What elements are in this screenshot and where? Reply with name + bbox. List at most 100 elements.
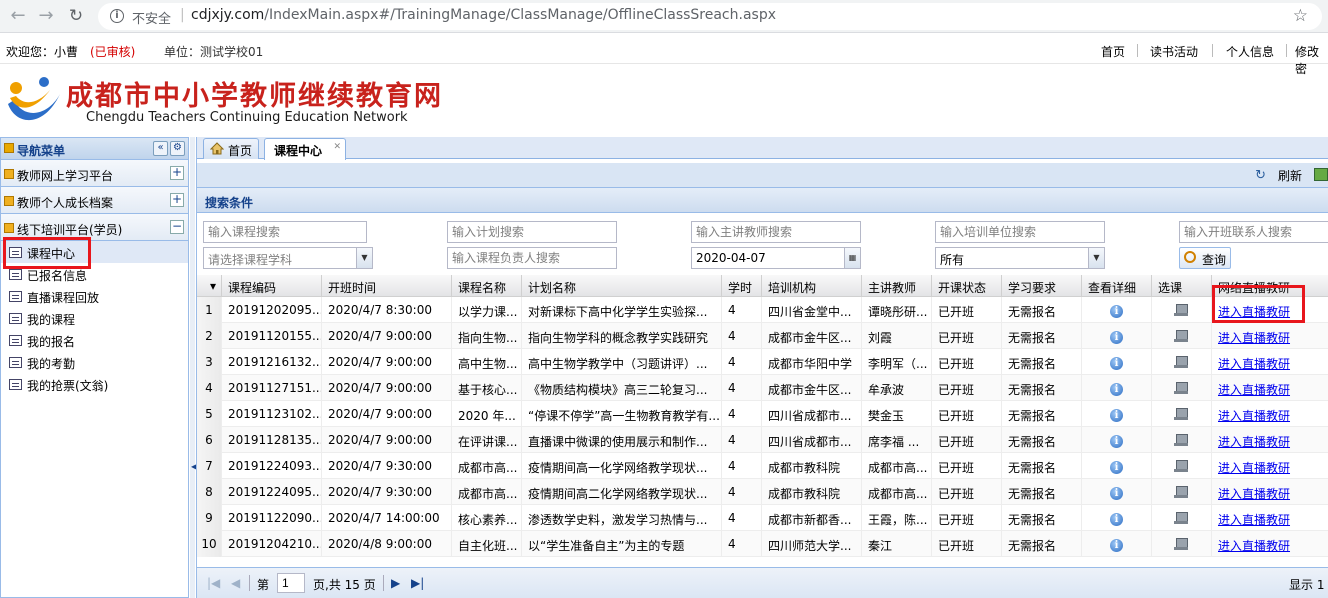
dropdown-arrow-icon[interactable]: ▼ — [356, 248, 372, 268]
col-header[interactable]: 课程名称 — [452, 275, 522, 297]
select-course-cell[interactable] — [1152, 505, 1212, 531]
info-icon[interactable]: i — [1110, 435, 1123, 448]
live-research-text[interactable]: 进入直播教研 — [1218, 487, 1290, 501]
live-research-cell[interactable]: 进入直播教研 — [1212, 401, 1328, 427]
menu-item-my-courses[interactable]: 我的课程 — [1, 307, 188, 329]
table-row[interactable]: 1 20191202095... 2020/4/7 8:30:00 以学力课... 对新… — [197, 297, 1328, 323]
date-field[interactable]: 2020-04-07 ▦ — [691, 247, 861, 269]
change-password-link[interactable]: 修改密 — [1295, 43, 1328, 77]
select-course-icon[interactable] — [1174, 537, 1188, 551]
last-page-icon[interactable]: ▶| — [411, 576, 424, 590]
splitter[interactable] — [190, 137, 195, 598]
query-button[interactable]: 查询 — [1179, 247, 1231, 269]
col-header[interactable]: 查看详细 — [1082, 275, 1152, 297]
refresh-icon[interactable]: ↻ — [1255, 168, 1266, 183]
col-header[interactable]: 学时 — [722, 275, 762, 297]
col-header[interactable]: 学习要求 — [1002, 275, 1082, 297]
col-header[interactable]: 主讲教师 — [862, 275, 932, 297]
menu-item-tickets[interactable]: 我的抢票(文翁) — [1, 373, 188, 395]
reading-link[interactable]: 读书活动 — [1150, 43, 1198, 60]
select-course-cell[interactable] — [1152, 479, 1212, 505]
col-header[interactable]: 培训机构 — [762, 275, 862, 297]
calendar-icon[interactable]: ▦ — [844, 248, 860, 268]
select-course-cell[interactable] — [1152, 375, 1212, 401]
home-link[interactable]: 首页 — [1101, 43, 1125, 60]
live-research-text[interactable]: 进入直播教研 — [1218, 513, 1290, 527]
section-growth-archive[interactable]: 教师个人成长档案 + — [1, 187, 188, 214]
view-detail-cell[interactable]: i — [1082, 479, 1152, 505]
menu-item-my-registrations[interactable]: 我的报名 — [1, 329, 188, 351]
table-row[interactable]: 8 20191224095... 2020/4/7 9:30:00 成都市高... 疫情… — [197, 479, 1328, 505]
select-course-cell[interactable] — [1152, 531, 1212, 557]
info-icon[interactable]: i — [1110, 305, 1123, 318]
view-detail-cell[interactable]: i — [1082, 349, 1152, 375]
info-icon[interactable]: i — [1110, 487, 1123, 500]
collapse-icon[interactable]: « — [153, 141, 168, 156]
table-row[interactable]: 6 20191128135... 2020/4/7 9:00:00 在评讲课... 直播… — [197, 427, 1328, 453]
info-icon[interactable]: i — [1110, 357, 1123, 370]
info-icon[interactable]: i — [1110, 331, 1123, 344]
live-research-text[interactable]: 进入直播教研 — [1218, 435, 1290, 449]
reload-icon[interactable]: ↻ — [66, 6, 86, 26]
live-research-cell[interactable]: 进入直播教研 — [1212, 323, 1328, 349]
expand-icon[interactable]: + — [170, 193, 184, 207]
col-header[interactable]: 开班时间 — [322, 275, 452, 297]
col-header[interactable]: 计划名称 — [522, 275, 722, 297]
settings-icon[interactable]: ⚙ — [170, 141, 185, 156]
menu-item-attendance[interactable]: 我的考勤 — [1, 351, 188, 373]
info-icon[interactable]: i — [110, 9, 124, 23]
live-research-text[interactable]: 进入直播教研 — [1218, 357, 1290, 371]
table-row[interactable]: 7 20191224093... 2020/4/7 9:30:00 成都市高... 疫情… — [197, 453, 1328, 479]
select-course-cell[interactable] — [1152, 297, 1212, 323]
view-detail-cell[interactable]: i — [1082, 297, 1152, 323]
live-research-cell[interactable]: 进入直播教研 — [1212, 375, 1328, 401]
collapse-section-icon[interactable]: − — [170, 220, 184, 234]
live-research-text[interactable]: 进入直播教研 — [1218, 539, 1290, 553]
live-research-cell[interactable]: 进入直播教研 — [1212, 349, 1328, 375]
col-header[interactable]: 开课状态 — [932, 275, 1002, 297]
col-header[interactable]: 选课 — [1152, 275, 1212, 297]
table-row[interactable]: 3 20191216132... 2020/4/7 9:00:00 高中生物... 高中… — [197, 349, 1328, 375]
select-course-icon[interactable] — [1174, 329, 1188, 343]
info-icon[interactable]: i — [1110, 513, 1123, 526]
select-course-icon[interactable] — [1174, 381, 1188, 395]
next-page-icon[interactable]: ▶ — [391, 576, 400, 590]
sort-indicator-icon[interactable]: ▾ — [197, 275, 222, 297]
view-detail-cell[interactable]: i — [1082, 375, 1152, 401]
status-select[interactable]: 所有 ▼ — [935, 247, 1105, 269]
view-detail-cell[interactable]: i — [1082, 323, 1152, 349]
select-course-cell[interactable] — [1152, 323, 1212, 349]
select-course-icon[interactable] — [1174, 407, 1188, 421]
select-course-icon[interactable] — [1174, 459, 1188, 473]
live-research-cell[interactable]: 进入直播教研 — [1212, 453, 1328, 479]
first-page-icon[interactable]: |◀ — [207, 576, 220, 590]
select-course-icon[interactable] — [1174, 303, 1188, 317]
select-course-cell[interactable] — [1152, 349, 1212, 375]
info-icon[interactable]: i — [1110, 461, 1123, 474]
page-input[interactable] — [277, 573, 305, 593]
select-course-icon[interactable] — [1174, 433, 1188, 447]
info-icon[interactable]: i — [1110, 539, 1123, 552]
table-row[interactable]: 10 20191204210... 2020/4/8 9:00:00 自主化班... 以… — [197, 531, 1328, 557]
view-detail-cell[interactable]: i — [1082, 531, 1152, 557]
select-course-cell[interactable] — [1152, 427, 1212, 453]
plan-search-input[interactable] — [447, 221, 617, 243]
subject-select[interactable]: 请选择课程学科 ▼ — [203, 247, 373, 269]
course-search-input[interactable] — [203, 221, 367, 243]
view-detail-cell[interactable]: i — [1082, 427, 1152, 453]
add-icon[interactable] — [1314, 168, 1328, 181]
live-research-text[interactable]: 进入直播教研 — [1218, 461, 1290, 475]
refresh-button[interactable]: 刷新 — [1278, 167, 1302, 184]
live-research-cell[interactable]: 进入直播教研 — [1212, 505, 1328, 531]
select-course-icon[interactable] — [1174, 511, 1188, 525]
back-icon[interactable]: ← — [8, 6, 28, 26]
teacher-search-input[interactable] — [691, 221, 861, 243]
expand-icon[interactable]: + — [170, 166, 184, 180]
col-header[interactable]: 课程编码 — [222, 275, 322, 297]
table-row[interactable]: 2 20191120155... 2020/4/7 9:00:00 指向生物... 指向… — [197, 323, 1328, 349]
select-course-cell[interactable] — [1152, 453, 1212, 479]
select-course-icon[interactable] — [1174, 485, 1188, 499]
live-research-cell[interactable]: 进入直播教研 — [1212, 479, 1328, 505]
close-icon[interactable]: ✕ — [333, 142, 341, 152]
live-research-text[interactable]: 进入直播教研 — [1218, 331, 1290, 345]
